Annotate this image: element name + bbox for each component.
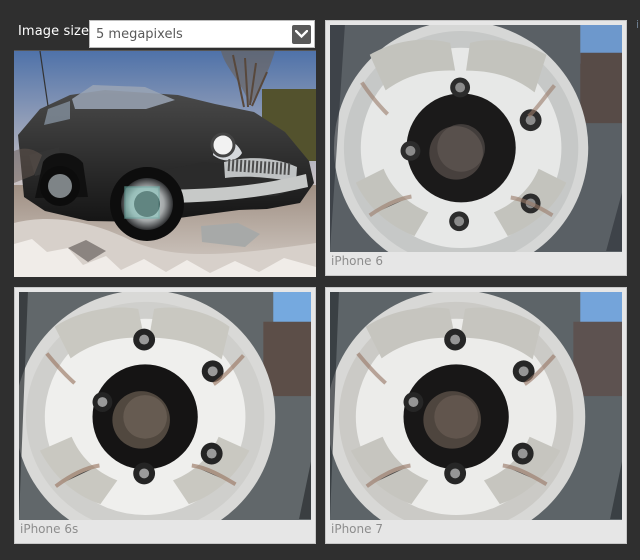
camera-comparison-screen: i Image size: 5 megapixels iPhone 6 iPho… bbox=[0, 0, 640, 560]
image-size-dropdown[interactable]: 5 megapixels bbox=[89, 20, 315, 48]
car-preview-image[interactable] bbox=[14, 50, 316, 277]
card-caption: iPhone 6s bbox=[20, 522, 79, 536]
wheel-image bbox=[330, 292, 622, 520]
image-size-value: 5 megapixels bbox=[96, 27, 183, 42]
card-caption: iPhone 6 bbox=[331, 254, 383, 268]
car-photo bbox=[14, 51, 316, 277]
iphone-7-wheel-photo bbox=[330, 292, 622, 520]
wheel-image bbox=[330, 25, 622, 252]
chevron-down-icon bbox=[295, 30, 308, 39]
dropdown-button[interactable] bbox=[292, 25, 311, 44]
image-size-label: Image size: bbox=[18, 24, 94, 39]
iphone-6-wheel-photo bbox=[330, 25, 622, 252]
edge-text: i bbox=[636, 20, 640, 30]
iphone-6s-card[interactable]: iPhone 6s bbox=[14, 287, 316, 544]
wheel-image bbox=[19, 292, 311, 520]
iphone-7-card[interactable]: iPhone 7 bbox=[325, 287, 627, 544]
crop-selector-icon bbox=[124, 186, 160, 219]
card-caption: iPhone 7 bbox=[331, 522, 383, 536]
iphone-6-card[interactable]: iPhone 6 bbox=[325, 20, 627, 276]
iphone-6s-wheel-photo bbox=[19, 292, 311, 520]
